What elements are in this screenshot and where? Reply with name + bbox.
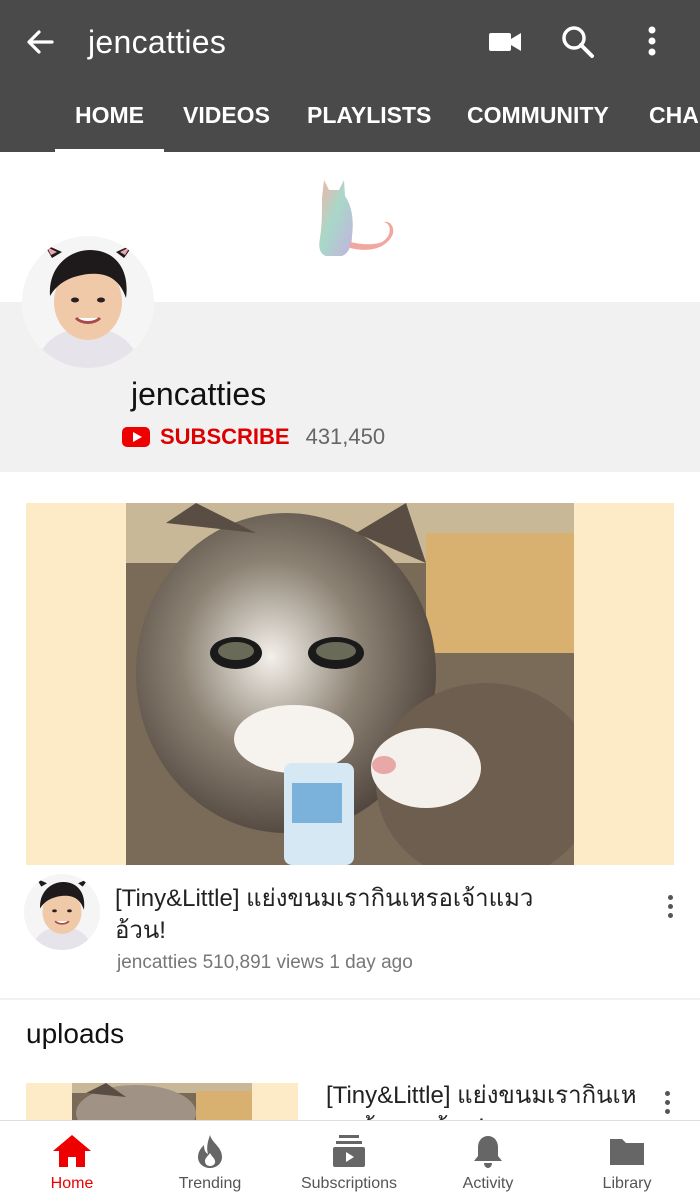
channel-name: jencatties xyxy=(131,376,267,412)
featured-video-age: 1 day ago xyxy=(329,952,413,973)
featured-video-channel[interactable]: jencatties xyxy=(117,952,197,973)
subscriptions-icon xyxy=(333,1135,365,1167)
bell-icon xyxy=(474,1136,502,1168)
subscribe-button[interactable]: SUBSCRIBE xyxy=(160,424,290,450)
bottom-navigation: Home Trending Subscriptions Activity Lib… xyxy=(0,1120,700,1200)
featured-channel-avatar[interactable] xyxy=(24,874,100,950)
nav-library-label: Library xyxy=(602,1175,652,1192)
cats-photo xyxy=(126,503,574,865)
video-camera-icon[interactable] xyxy=(485,22,525,62)
nav-trending[interactable]: Trending xyxy=(140,1121,280,1200)
app-bar: jencatties HOME VIDEOS PLAYLISTS COMMUNI… xyxy=(0,0,700,152)
upload-video-thumbnail[interactable] xyxy=(26,1083,298,1123)
flame-icon xyxy=(198,1135,222,1168)
upload-thumb-photo xyxy=(72,1083,252,1123)
tab-community[interactable]: COMMUNITY xyxy=(467,88,609,152)
nav-subscriptions[interactable]: Subscriptions xyxy=(279,1121,419,1200)
channel-tabs: HOME VIDEOS PLAYLISTS COMMUNITY CHANNELS xyxy=(0,88,700,152)
nav-trending-label: Trending xyxy=(178,1175,242,1192)
nav-home-label: Home xyxy=(50,1175,94,1192)
subscriber-count: 431,450 xyxy=(305,424,386,449)
upload-video-menu-icon[interactable] xyxy=(657,1088,677,1118)
search-icon[interactable] xyxy=(558,22,598,62)
cat-silhouette-logo xyxy=(319,180,394,256)
featured-video-menu-icon[interactable] xyxy=(660,892,680,922)
small-avatar-portrait xyxy=(24,874,100,950)
nav-library[interactable]: Library xyxy=(557,1121,697,1200)
subscribe-row: SUBSCRIBE 431,450 xyxy=(122,422,385,452)
back-arrow-icon[interactable] xyxy=(22,24,58,60)
avatar-portrait xyxy=(22,236,154,368)
folder-icon xyxy=(610,1139,644,1165)
tab-videos[interactable]: VIDEOS xyxy=(183,88,270,152)
header-channel-title: jencatties xyxy=(88,24,227,60)
nav-home[interactable]: Home xyxy=(2,1121,142,1200)
channel-avatar[interactable] xyxy=(22,236,154,368)
nav-activity-label: Activity xyxy=(462,1175,514,1192)
featured-video-thumbnail[interactable] xyxy=(26,503,674,865)
nav-subscriptions-label: Subscriptions xyxy=(300,1175,398,1192)
featured-video-views: 510,891 views xyxy=(202,952,325,973)
uploads-heading[interactable]: uploads xyxy=(26,1018,124,1050)
youtube-logo-icon[interactable] xyxy=(122,427,150,447)
home-icon xyxy=(53,1135,91,1167)
featured-video-meta: jencatties 510,891 views 1 day ago xyxy=(117,952,413,974)
tab-home[interactable]: HOME xyxy=(55,88,164,152)
tab-channels[interactable]: CHANNELS xyxy=(649,88,700,152)
featured-video-title[interactable]: [Tiny&Little] แย่งขนมเรากินเหรอเจ้าแมวอ้… xyxy=(115,883,575,947)
tab-playlists[interactable]: PLAYLISTS xyxy=(307,88,431,152)
upload-video-title[interactable]: [Tiny&Little] แย่งขนมเรากินเหรอเจ้าแมวอ้… xyxy=(326,1080,646,1120)
nav-activity[interactable]: Activity xyxy=(418,1121,558,1200)
more-vert-icon[interactable] xyxy=(632,22,672,62)
